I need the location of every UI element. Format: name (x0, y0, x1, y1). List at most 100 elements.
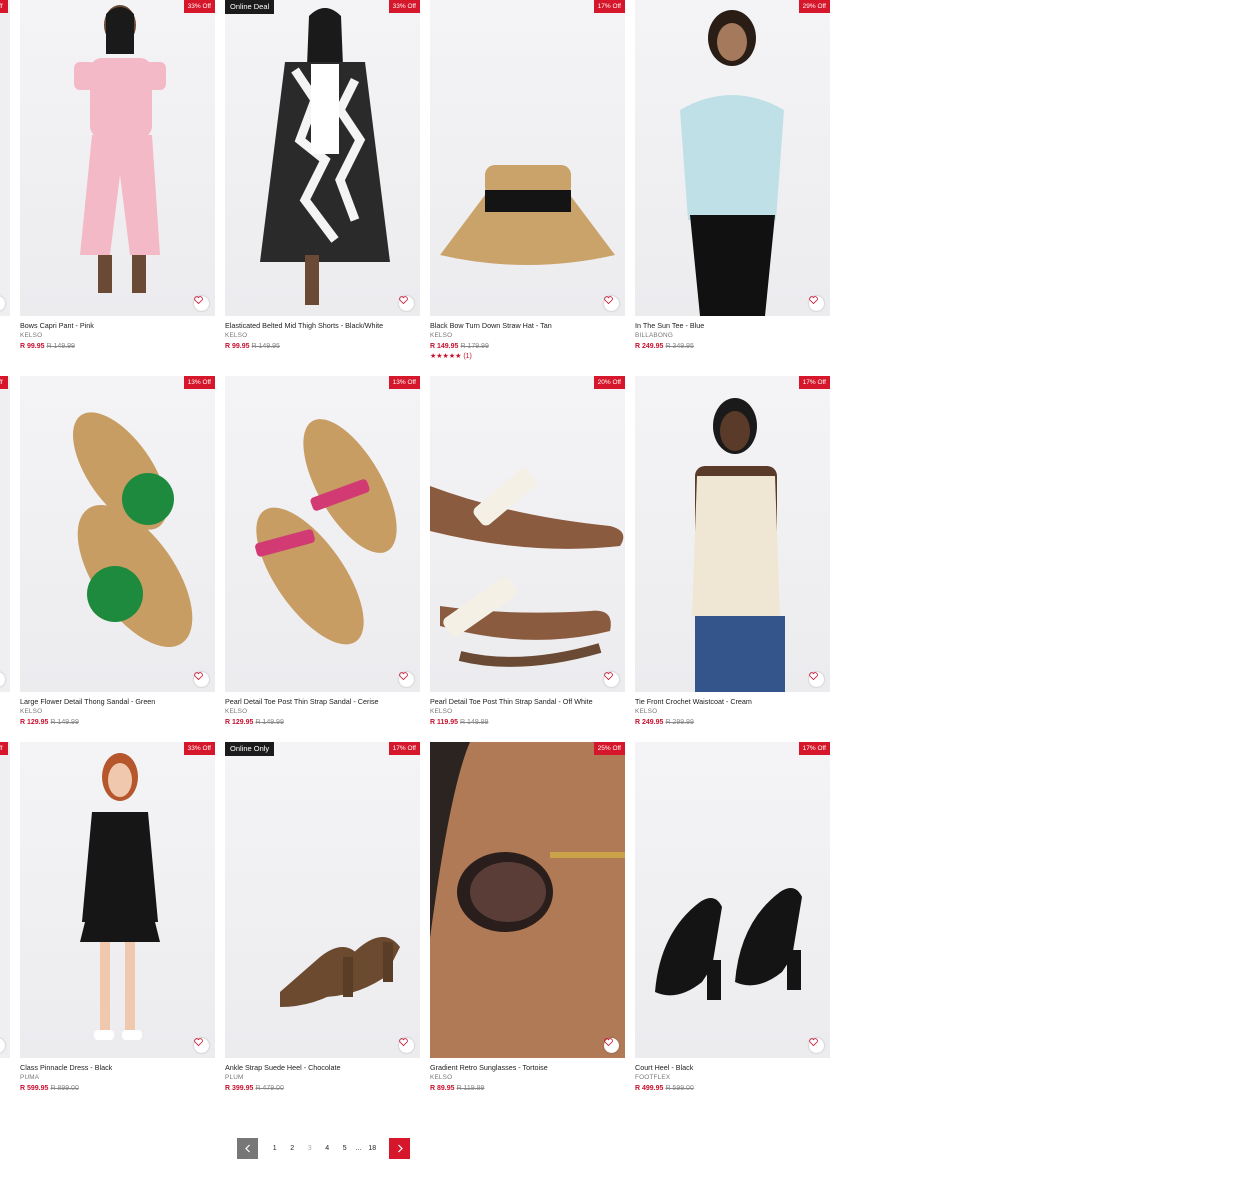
product-title[interactable]: In The Sun Tee - Blue (635, 321, 830, 330)
product-was-price: R 149.99 (50, 719, 79, 726)
product-title[interactable]: Class Pinnacle Dress - Black (20, 1063, 215, 1072)
wishlist-heart-icon[interactable] (399, 296, 414, 311)
previous-page-button[interactable] (237, 1138, 258, 1159)
wishlist-heart-icon[interactable] (194, 1038, 209, 1053)
chevron-right-icon (397, 1144, 403, 1153)
discount-badge: 33% Off (388, 0, 420, 13)
product-title[interactable]: Black Bow Turn Down Straw Hat - Tan (430, 321, 625, 330)
discount-badge: 20% Off (593, 376, 625, 389)
discount-badge: Off (0, 0, 8, 13)
product-image[interactable]: 33% Off (20, 742, 215, 1058)
product-image[interactable]: Online Deal 33% Off (225, 0, 420, 316)
discount-badge: 13% Off (183, 376, 215, 389)
wishlist-heart-icon[interactable] (194, 672, 209, 687)
wishlist-heart-icon[interactable] (809, 296, 824, 311)
product-price: R 599.95 (20, 1085, 49, 1092)
product-prices: R 599.95 R 899.00 (20, 1084, 215, 1093)
product-image[interactable]: 13% Off (20, 376, 215, 692)
wishlist-heart-icon[interactable] (0, 672, 5, 687)
product-price: R 99.95 (20, 343, 45, 350)
product-price: R 99.95 (225, 343, 250, 350)
next-page-button[interactable] (389, 1138, 410, 1159)
page-link-18[interactable]: 18 (364, 1138, 382, 1159)
product-title[interactable]: Pearl Detail Toe Post Thin Strap Sandal … (225, 697, 420, 706)
product-grid: Off Off Off 33% Off Bows Capri Pant - Pi… (0, 0, 1250, 1181)
product-rating-stars[interactable]: ★★★★★ (1) (430, 352, 625, 361)
product-brand: KELSO (430, 1074, 453, 1081)
wishlist-heart-icon[interactable] (0, 1038, 5, 1053)
discount-badge: 13% Off (388, 376, 420, 389)
product-brand: KELSO (430, 708, 453, 715)
page-link-1[interactable]: 1 (266, 1138, 284, 1159)
page-link-4[interactable]: 4 (319, 1138, 337, 1159)
product-image[interactable]: 17% Off (635, 376, 830, 692)
product-image[interactable]: 25% Off (430, 742, 625, 1058)
discount-badge: 33% Off (183, 742, 215, 755)
product-price: R 249.95 (635, 719, 664, 726)
product-was-price: R 149.95 (251, 343, 280, 350)
pagination: 1 2 3 4 5 ... 18 (237, 1138, 410, 1159)
product-was-price: R 119.99 (456, 1085, 485, 1092)
partial-product-card-left[interactable]: Off (0, 376, 10, 692)
wishlist-heart-icon[interactable] (0, 296, 5, 311)
product-price: R 499.95 (635, 1085, 664, 1092)
product-title[interactable]: Tie Front Crochet Waistcoat - Cream (635, 697, 830, 706)
product-prices: R 89.95 R 119.99 (430, 1084, 625, 1093)
product-prices: R 399.95 R 479.00 (225, 1084, 420, 1093)
page-link-2[interactable]: 2 (284, 1138, 302, 1159)
product-prices: R 249.95 R 299.99 (635, 718, 830, 727)
product-title[interactable]: Gradient Retro Sunglasses - Tortoise (430, 1063, 625, 1072)
wishlist-heart-icon[interactable] (604, 296, 619, 311)
product-brand: KELSO (635, 708, 658, 715)
product-title[interactable]: Elasticated Belted Mid Thigh Shorts - Bl… (225, 321, 420, 330)
product-was-price: R 149.99 (460, 719, 489, 726)
product-image[interactable]: Online Only 17% Off (225, 742, 420, 1058)
product-prices: R 99.95 R 149.95 (225, 342, 420, 351)
product-price: R 249.95 (635, 343, 664, 350)
discount-badge: 17% Off (798, 742, 830, 755)
product-brand: BILLABONG (635, 332, 674, 339)
product-image[interactable]: 13% Off (225, 376, 420, 692)
product-image[interactable]: 17% Off (430, 0, 625, 316)
wishlist-heart-icon[interactable] (399, 1038, 414, 1053)
wishlist-heart-icon[interactable] (809, 1038, 824, 1053)
product-image[interactable]: 17% Off (635, 742, 830, 1058)
product-prices: R 149.95 R 179.99 (430, 342, 625, 351)
discount-badge: Off (0, 376, 8, 389)
product-prices: R 99.95 R 149.99 (20, 342, 215, 351)
product-image[interactable]: 29% Off (635, 0, 830, 316)
product-title[interactable]: Court Heel - Black (635, 1063, 830, 1072)
product-was-price: R 479.00 (255, 1085, 284, 1092)
partial-product-card-left[interactable]: Off (0, 0, 10, 316)
wishlist-heart-icon[interactable] (399, 672, 414, 687)
partial-product-card-left[interactable]: Off (0, 742, 10, 1058)
product-prices: R 499.95 R 599.00 (635, 1084, 830, 1093)
product-price: R 129.95 (20, 719, 49, 726)
product-was-price: R 299.99 (665, 719, 694, 726)
wishlist-heart-icon[interactable] (809, 672, 824, 687)
product-was-price: R 899.00 (50, 1085, 79, 1092)
wishlist-heart-icon[interactable] (194, 296, 209, 311)
product-title[interactable]: Bows Capri Pant - Pink (20, 321, 215, 330)
page-link-5[interactable]: 5 (336, 1138, 354, 1159)
product-image[interactable]: 20% Off (430, 376, 625, 692)
discount-badge: 17% Off (593, 0, 625, 13)
product-brand: KELSO (225, 332, 248, 339)
page-ellipsis: ... (355, 1145, 362, 1152)
product-title[interactable]: Pearl Detail Toe Post Thin Strap Sandal … (430, 697, 625, 706)
product-title[interactable]: Ankle Strap Suede Heel - Chocolate (225, 1063, 420, 1072)
page-link-3-current[interactable]: 3 (301, 1138, 319, 1159)
discount-badge: 17% Off (388, 742, 420, 755)
product-price: R 129.95 (225, 719, 254, 726)
product-price: R 89.95 (430, 1085, 455, 1092)
product-image[interactable]: 33% Off (20, 0, 215, 316)
wishlist-heart-icon[interactable] (604, 1038, 619, 1053)
discount-badge: 29% Off (798, 0, 830, 13)
discount-badge: 17% Off (798, 376, 830, 389)
product-brand: FOOTFLEX (635, 1074, 671, 1081)
wishlist-heart-icon[interactable] (604, 672, 619, 687)
product-price: R 119.95 (430, 719, 459, 726)
product-price: R 399.95 (225, 1085, 254, 1092)
product-price: R 149.95 (430, 343, 459, 350)
product-title[interactable]: Large Flower Detail Thong Sandal - Green (20, 697, 215, 706)
